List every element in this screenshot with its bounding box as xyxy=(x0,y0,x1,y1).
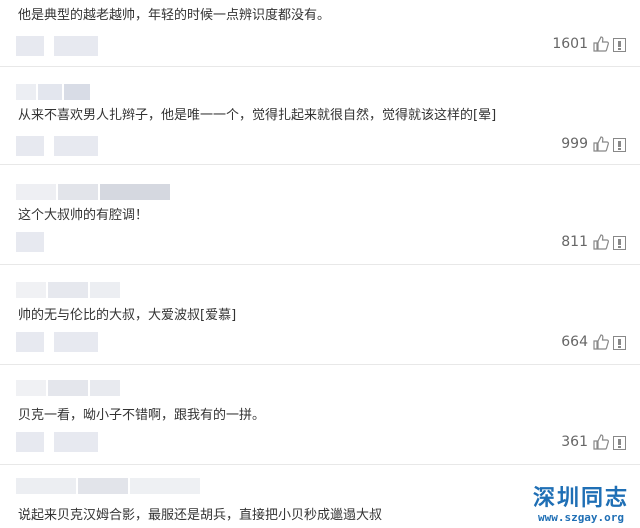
comment-text: 贝克一看，呦小子不错啊，跟我有的一拼。 xyxy=(18,408,266,423)
username-blurred xyxy=(16,282,122,298)
comment-meta-blurred xyxy=(16,136,108,156)
comment-text: 帅的无与伦比的大叔，大爱波叔[爱慕] xyxy=(18,308,237,323)
comment-meta-blurred xyxy=(16,332,108,352)
like-count: 1601 xyxy=(552,36,588,52)
like-count: 999 xyxy=(561,136,588,152)
username-blurred xyxy=(16,380,122,396)
report-icon[interactable] xyxy=(613,436,626,450)
comment-meta-blurred xyxy=(16,36,108,56)
username-blurred xyxy=(16,478,202,494)
comment-text: 说起来贝克汉姆合影，最服还是胡兵，直接把小贝秒成邋遢大叔 xyxy=(18,508,383,523)
username-blurred xyxy=(16,84,92,100)
report-icon[interactable] xyxy=(613,138,626,152)
report-icon[interactable] xyxy=(613,236,626,250)
divider xyxy=(0,364,640,365)
thumbs-up-icon[interactable] xyxy=(592,233,610,251)
like-count: 811 xyxy=(561,234,588,250)
report-icon[interactable] xyxy=(613,38,626,52)
divider xyxy=(0,264,640,265)
thumbs-up-icon[interactable] xyxy=(592,433,610,451)
thumbs-up-icon[interactable] xyxy=(592,333,610,351)
thumbs-up-icon[interactable] xyxy=(592,135,610,153)
comment-text: 从来不喜欢男人扎辫子，他是唯一一个，觉得扎起来就很自然，觉得就该这样的[晕] xyxy=(18,108,497,123)
divider xyxy=(0,66,640,67)
comment-text: 这个大叔帅的有腔调！ xyxy=(18,208,149,223)
divider xyxy=(0,464,640,465)
report-icon[interactable] xyxy=(613,336,626,350)
comment-text: 他是典型的越老越帅，年轻的时候一点辨识度都没有。 xyxy=(18,8,331,23)
username-blurred xyxy=(16,184,172,200)
comment-meta-blurred xyxy=(16,232,54,252)
watermark-url: www.szgay.org xyxy=(537,511,625,524)
thumbs-up-icon[interactable] xyxy=(592,35,610,53)
like-count: 664 xyxy=(561,334,588,350)
divider xyxy=(0,164,640,165)
site-watermark: 深圳同志 www.szgay.org xyxy=(526,485,636,524)
comment-meta-blurred xyxy=(16,432,108,452)
watermark-title: 深圳同志 xyxy=(532,485,629,511)
like-count: 361 xyxy=(561,434,588,450)
